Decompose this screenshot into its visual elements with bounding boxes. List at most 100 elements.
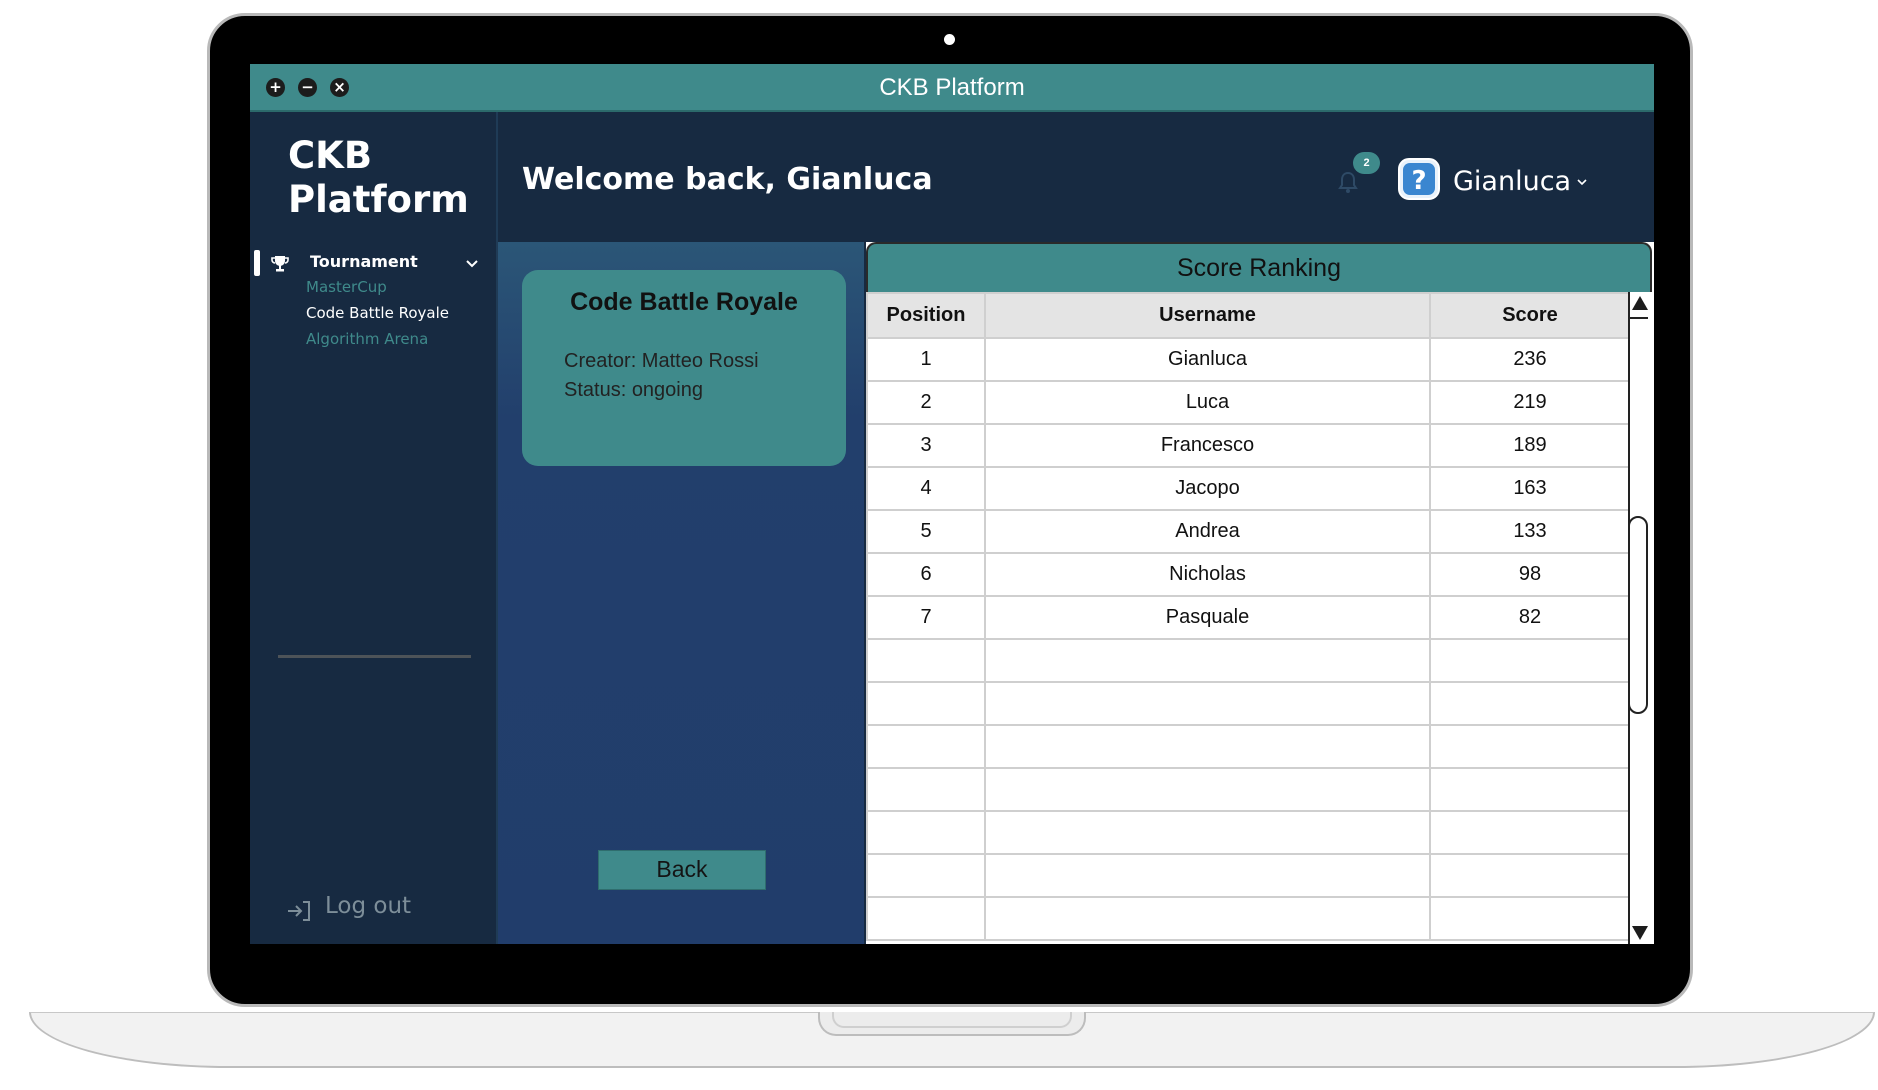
- cell-position: 1: [866, 337, 986, 382]
- sidebar-section-tournament[interactable]: Tournament: [310, 252, 418, 271]
- empty-cell: [1429, 896, 1631, 941]
- empty-cell: [1429, 681, 1631, 726]
- empty-cell: [984, 767, 1431, 812]
- user-name[interactable]: Gianluca: [1453, 166, 1571, 197]
- empty-cell: [866, 896, 986, 941]
- table-row[interactable]: 2 Luca 219: [866, 380, 1631, 425]
- empty-cell: [984, 853, 1431, 898]
- sidebar-divider: [278, 655, 471, 658]
- cell-username: Andrea: [984, 509, 1431, 554]
- empty-cell: [866, 681, 986, 726]
- table-row[interactable]: 1 Gianluca 236: [866, 337, 1631, 382]
- back-button[interactable]: Back: [598, 850, 766, 890]
- logout-icon[interactable]: [286, 899, 312, 923]
- empty-cell: [1429, 638, 1631, 683]
- cell-position: 5: [866, 509, 986, 554]
- sidebar-item-code-battle-royale[interactable]: Code Battle Royale: [306, 304, 449, 322]
- cell-position: 2: [866, 380, 986, 425]
- cell-username: Nicholas: [984, 552, 1431, 597]
- cell-score: 163: [1429, 466, 1631, 511]
- bell-icon[interactable]: [1338, 170, 1358, 194]
- cell-position: 7: [866, 595, 986, 640]
- camera-dot: [944, 34, 955, 45]
- cell-username: Jacopo: [984, 466, 1431, 511]
- tournament-title: Code Battle Royale: [570, 288, 798, 316]
- title-bar: + − × CKB Platform: [250, 64, 1654, 112]
- empty-cell: [1429, 767, 1631, 812]
- scroll-up-arrow-icon[interactable]: [1632, 296, 1648, 310]
- top-header: Welcome back, Gianluca 2 ? Gianluca: [498, 112, 1654, 242]
- logout-button[interactable]: Log out: [325, 893, 411, 919]
- scroll-down-arrow-icon[interactable]: [1632, 926, 1648, 940]
- ranking-table: Position Username Score 1 Gianluca 236 2 Luc…: [866, 292, 1631, 941]
- notification-badge[interactable]: 2: [1353, 152, 1380, 174]
- empty-cell: [866, 638, 986, 683]
- active-section-marker: [254, 250, 260, 276]
- column-header-username[interactable]: Username: [984, 292, 1431, 339]
- sidebar-item-mastercup[interactable]: MasterCup: [306, 278, 387, 296]
- cell-position: 4: [866, 466, 986, 511]
- tournament-creator: Creator: Matteo Rossi: [564, 350, 759, 372]
- empty-table-row: [866, 896, 1631, 941]
- table-row[interactable]: 4 Jacopo 163: [866, 466, 1631, 511]
- empty-cell: [1429, 853, 1631, 898]
- cell-score: 98: [1429, 552, 1631, 597]
- trophy-icon: [271, 256, 289, 272]
- empty-table-row: [866, 853, 1631, 898]
- empty-table-row: [866, 724, 1631, 769]
- table-row[interactable]: 3 Francesco 189: [866, 423, 1631, 468]
- notch-inner: [832, 1012, 1072, 1028]
- brand-line2: Platform: [288, 178, 469, 221]
- score-ranking-panel: Score Ranking Position Username Score 1G…: [866, 242, 1654, 944]
- user-menu-chevron-icon[interactable]: [1575, 176, 1589, 188]
- empty-cell: [866, 853, 986, 898]
- chevron-down-icon[interactable]: [464, 256, 480, 272]
- empty-cell: [1429, 724, 1631, 769]
- cell-username: Gianluca: [984, 337, 1431, 382]
- scrollbar-thumb[interactable]: [1628, 516, 1648, 714]
- table-row[interactable]: 6 Nicholas 98: [866, 552, 1631, 597]
- cell-score: 219: [1429, 380, 1631, 425]
- empty-cell: [984, 810, 1431, 855]
- tournament-card: Code Battle Royale Creator: Matteo Rossi…: [522, 270, 846, 466]
- empty-table-row: [866, 767, 1631, 812]
- avatar-glyph: ?: [1411, 166, 1426, 196]
- cell-position: 6: [866, 552, 986, 597]
- table-row[interactable]: 7 Pasquale 82: [866, 595, 1631, 640]
- scrollbar-track-line: [1630, 317, 1648, 319]
- tournament-status: Status: ongoing: [564, 379, 703, 401]
- empty-cell: [866, 724, 986, 769]
- empty-cell: [866, 810, 986, 855]
- cell-position: 3: [866, 423, 986, 468]
- table-row[interactable]: 5 Andrea 133: [866, 509, 1631, 554]
- cell-username: Francesco: [984, 423, 1431, 468]
- cell-username: Pasquale: [984, 595, 1431, 640]
- cell-score: 133: [1429, 509, 1631, 554]
- column-header-score[interactable]: Score: [1429, 292, 1631, 339]
- ranking-body: 1 Gianluca 236 2 Luca 219 3 Francesco 189 4 Jacopo…: [866, 337, 1631, 941]
- empty-cell: [1429, 810, 1631, 855]
- empty-table-row: [866, 638, 1631, 683]
- brand-logo: CKB Platform: [288, 134, 469, 222]
- empty-table-row: [866, 810, 1631, 855]
- cell-score: 236: [1429, 337, 1631, 382]
- app-window: + − × CKB Platform CKB Platform Tourname…: [250, 64, 1654, 944]
- ranking-title: Score Ranking: [866, 242, 1652, 292]
- avatar[interactable]: ?: [1398, 158, 1440, 200]
- table-header-row: Position Username Score: [866, 292, 1631, 339]
- sidebar: CKB Platform Tournament MasterCup Code B…: [250, 112, 498, 944]
- tournament-panel: Code Battle Royale Creator: Matteo Rossi…: [498, 242, 864, 944]
- table-scrollbar[interactable]: [1628, 292, 1648, 944]
- cell-username: Luca: [984, 380, 1431, 425]
- sidebar-item-algorithm-arena[interactable]: Algorithm Arena: [306, 330, 428, 348]
- cell-score: 82: [1429, 595, 1631, 640]
- empty-cell: [984, 724, 1431, 769]
- empty-cell: [866, 767, 986, 812]
- empty-cell: [984, 896, 1431, 941]
- empty-cell: [984, 638, 1431, 683]
- empty-cell: [984, 681, 1431, 726]
- laptop-notch: [818, 1012, 1086, 1036]
- column-header-position[interactable]: Position: [866, 292, 986, 339]
- window-title: CKB Platform: [879, 74, 1025, 101]
- cell-score: 189: [1429, 423, 1631, 468]
